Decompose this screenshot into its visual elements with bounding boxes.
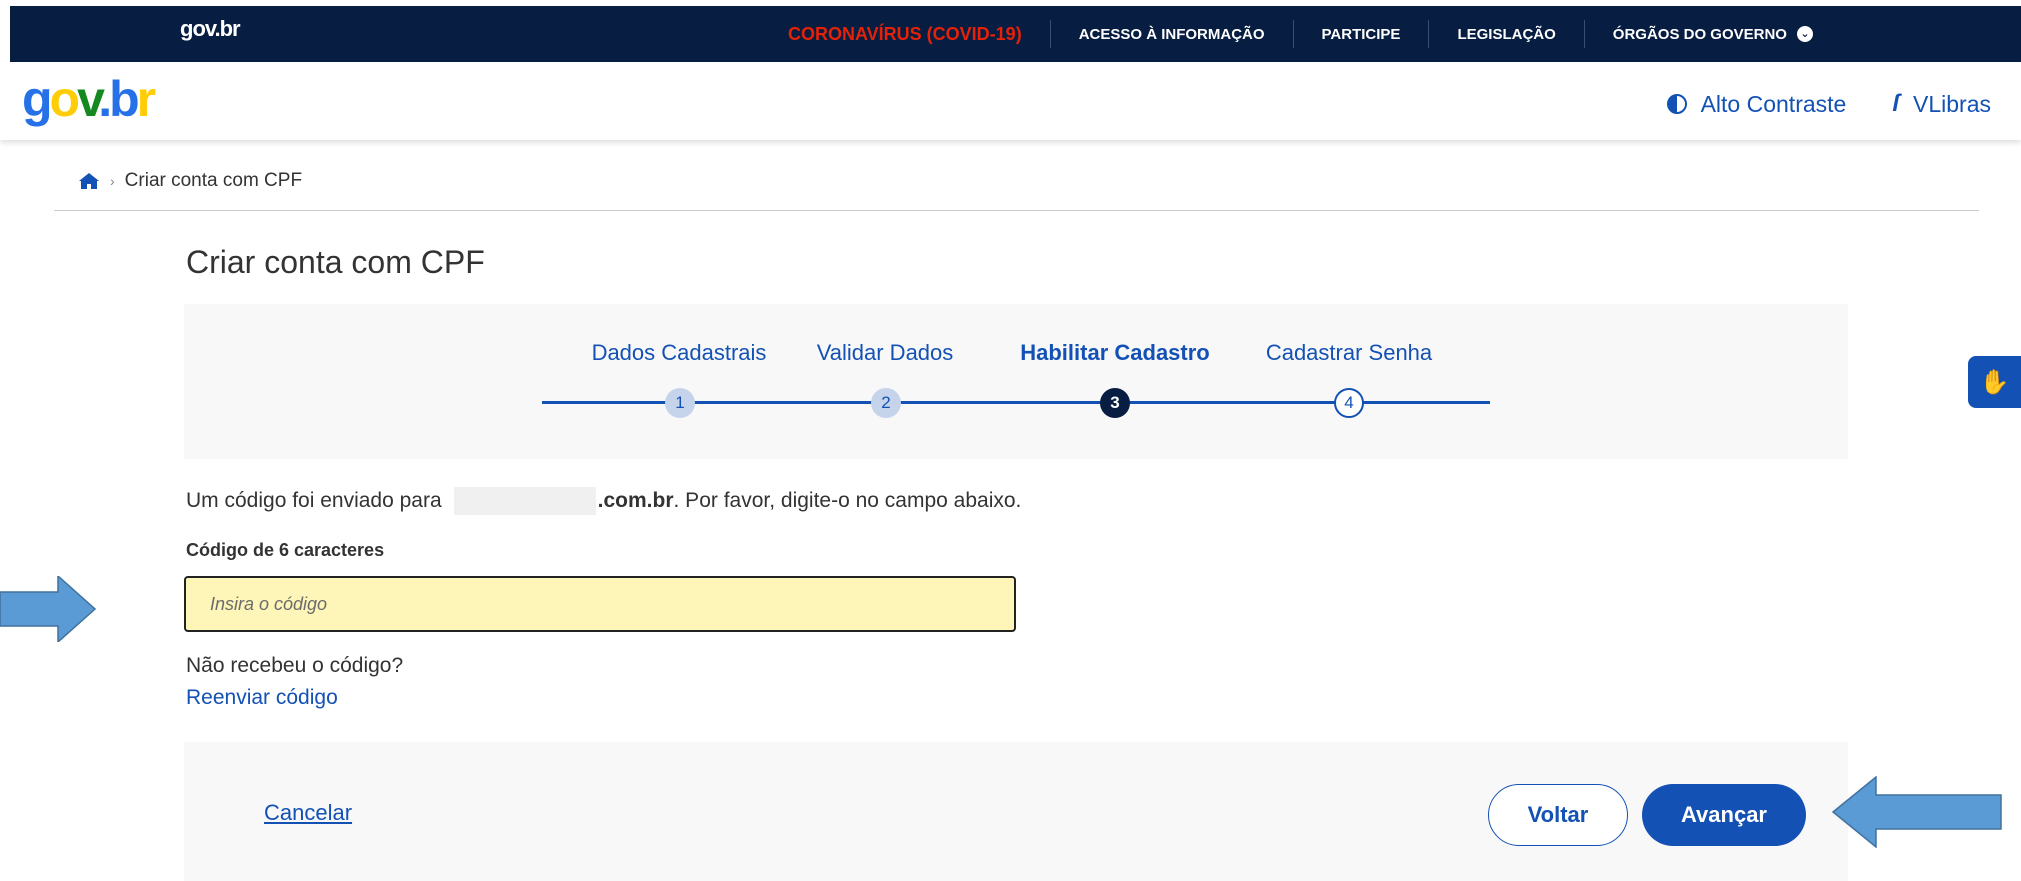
vlibras-button[interactable]: ſ VLibras [1892, 90, 1991, 118]
code-field-label: Código de 6 caracteres [186, 540, 385, 560]
top-link-covid[interactable]: CORONAVÍRUS (COVID-19) [760, 20, 1050, 48]
progress-stepper: Dados Cadastrais 1 Validar Dados 2 Habil… [184, 304, 1848, 459]
top-link-acesso-informacao[interactable]: ACESSO À INFORMAÇÃO [1049, 20, 1293, 48]
high-contrast-label: Alto Contraste [1700, 90, 1847, 117]
page-title: Criar conta com CPF [186, 244, 485, 280]
resend-code-link[interactable]: Reenviar código [186, 686, 338, 710]
step-number: 4 [1334, 388, 1364, 418]
govbr-logo[interactable]: gov.br [22, 74, 156, 124]
step-number: 2 [871, 388, 901, 418]
top-bar-links: CORONAVÍRUS (COVID-19) ACESSO À INFORMAÇ… [760, 6, 1841, 62]
arrow-right-icon [0, 576, 96, 642]
step-label: Validar Dados [816, 340, 954, 365]
step-number: 3 [1100, 388, 1130, 418]
cancel-link[interactable]: Cancelar [264, 800, 352, 826]
message-domain: .com.br [597, 489, 674, 512]
header-tools: Alto Contraste ſ VLibras [1666, 90, 1991, 118]
step-validar-dados: Validar Dados 2 [805, 340, 965, 418]
step-label: Habilitar Cadastro [1020, 340, 1210, 365]
top-link-orgaos-label: ÓRGÃOS DO GOVERNO [1612, 25, 1787, 43]
code-sent-message: Um código foi enviado para .com.br . Por… [186, 487, 1021, 515]
message-suffix: . Por favor, digite-o no campo abaixo. [673, 489, 1022, 512]
back-button[interactable]: Voltar [1488, 784, 1628, 846]
top-link-participe[interactable]: PARTICIPE [1292, 20, 1429, 48]
high-contrast-button[interactable]: Alto Contraste [1666, 90, 1847, 118]
top-link-orgaos-governo[interactable]: ÓRGÃOS DO GOVERNO ⌄ [1583, 20, 1841, 48]
arrow-left-icon [1832, 776, 2002, 848]
page-root: gov.br CORONAVÍRUS (COVID-19) ACESSO À I… [0, 0, 2021, 881]
site-header: gov.br Alto Contraste ſ VLibras [0, 62, 2021, 140]
code-input[interactable] [184, 576, 1016, 632]
step-label: Dados Cadastrais [591, 340, 767, 365]
message-prefix: Um código foi enviado para [186, 489, 442, 512]
step-cadastrar-senha: Cadastrar Senha 4 [1254, 340, 1444, 418]
vlibras-label: VLibras [1913, 90, 1991, 117]
action-bar: Cancelar Voltar Avançar [184, 742, 1848, 881]
chevron-down-icon: ⌄ [1796, 26, 1813, 42]
step-dados-cadastrais: Dados Cadastrais 1 [579, 340, 779, 418]
hands-icon: ✋ [1979, 368, 2010, 396]
step-habilitar-cadastro: Habilitar Cadastro 3 [1010, 340, 1220, 418]
top-link-legislacao[interactable]: LEGISLAÇÃO [1428, 20, 1583, 48]
step-number: 1 [665, 388, 695, 418]
sign-language-icon: ſ [1892, 90, 1900, 117]
breadcrumb-divider [54, 210, 1979, 211]
vlibras-widget[interactable]: ✋ [1968, 356, 2021, 408]
step-label: Cadastrar Senha [1265, 340, 1433, 365]
redacted-email [453, 487, 596, 515]
contrast-icon [1666, 94, 1687, 114]
top-bar-brand[interactable]: gov.br [180, 16, 241, 42]
not-received-text: Não recebeu o código? [186, 654, 404, 677]
breadcrumb: › Criar conta com CPF [78, 170, 302, 192]
gov-top-bar: gov.br CORONAVÍRUS (COVID-19) ACESSO À I… [10, 6, 2021, 62]
breadcrumb-current: Criar conta com CPF [124, 170, 303, 191]
home-icon[interactable] [78, 172, 100, 190]
breadcrumb-separator: › [110, 173, 115, 189]
next-button[interactable]: Avançar [1642, 784, 1806, 846]
